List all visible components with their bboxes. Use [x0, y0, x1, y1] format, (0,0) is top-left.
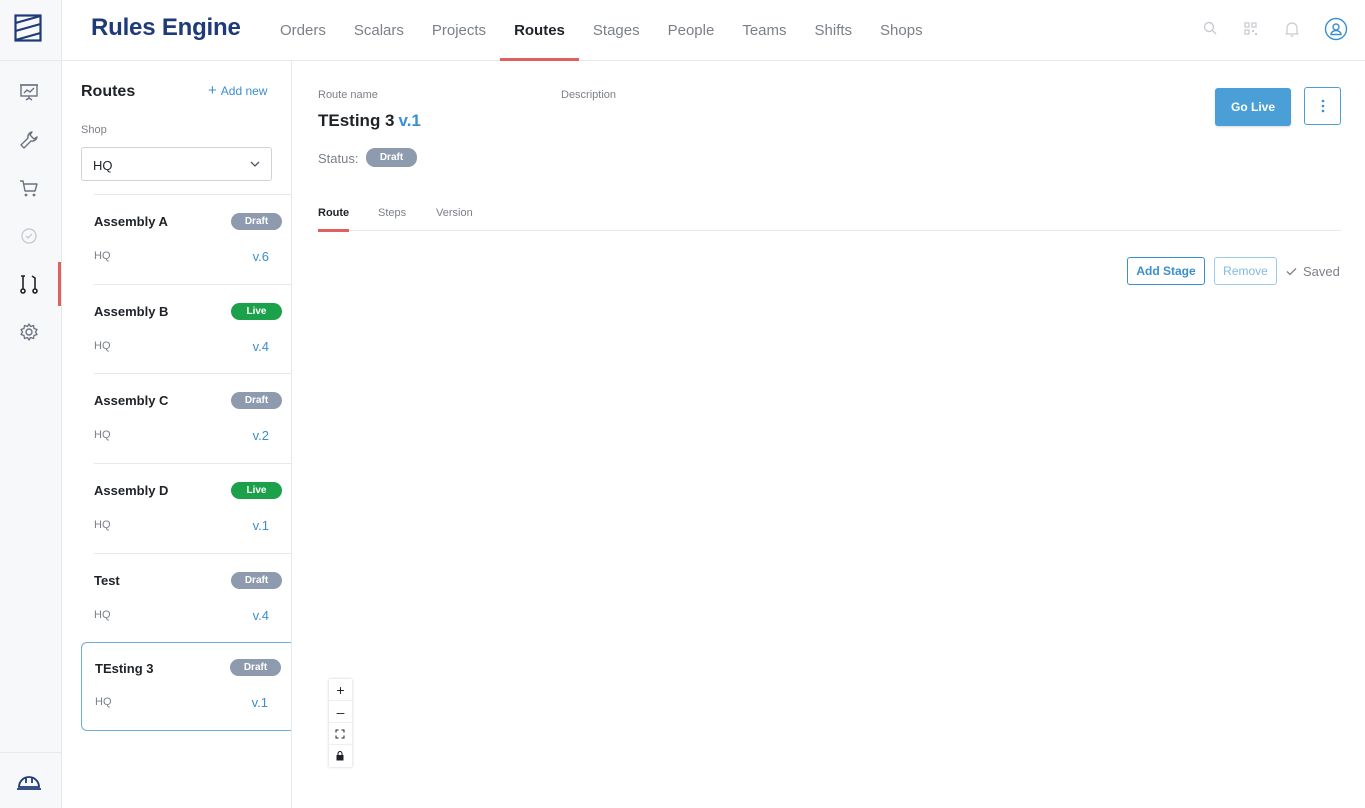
route-item-name: Assembly C	[94, 393, 169, 408]
fit-view-button[interactable]	[329, 723, 352, 745]
nav-teams[interactable]: Teams	[728, 0, 800, 61]
detail-tabs: Route Steps Version	[318, 199, 1341, 232]
status-badge: Draft	[230, 659, 281, 676]
hard-hat-icon[interactable]	[15, 769, 43, 793]
route-item-version: v.1	[251, 695, 268, 710]
route-list-item[interactable]: Assembly A Draft HQ v.6	[94, 194, 291, 284]
routes-panel-title: Routes	[81, 83, 136, 100]
canvas-zoom-controls: + –	[329, 679, 352, 767]
route-list-item[interactable]: Assembly C Draft HQ v.2	[94, 373, 291, 463]
route-item-version: v.6	[252, 249, 269, 264]
shop-select[interactable]: HQ	[81, 147, 272, 181]
route-item-shop: HQ	[94, 250, 111, 262]
tab-steps[interactable]: Steps	[378, 207, 406, 231]
route-list-item[interactable]: Test Draft HQ v.4	[94, 553, 291, 643]
route-item-version: v.4	[252, 339, 269, 354]
add-new-label: Add new	[220, 84, 268, 98]
qr-code-icon[interactable]	[1240, 18, 1262, 40]
description-label: Description	[561, 89, 617, 101]
route-list-item[interactable]: Assembly D Live HQ v.1	[94, 463, 291, 553]
route-item-version: v.1	[252, 518, 269, 533]
icon-rail	[0, 0, 62, 808]
route-item-version: v.2	[252, 428, 269, 443]
tab-route[interactable]: Route	[318, 207, 350, 232]
status-label: Status:	[318, 151, 359, 166]
add-new-button[interactable]: + Add new	[208, 82, 268, 99]
presentation-chart-icon[interactable]	[18, 81, 40, 103]
route-item-shop: HQ	[95, 696, 112, 708]
route-version: v.1	[398, 111, 421, 130]
route-item-shop: HQ	[94, 429, 111, 441]
more-options-button[interactable]	[1304, 87, 1341, 125]
app-title: Rules Engine	[91, 14, 241, 41]
status-badge: Draft	[366, 148, 417, 167]
zoom-in-button[interactable]: +	[329, 679, 352, 701]
tab-version[interactable]: Version	[436, 207, 473, 231]
route-item-name: Test	[94, 573, 120, 588]
plus-icon: +	[208, 82, 217, 99]
search-icon[interactable]	[1200, 18, 1222, 40]
rail-divider	[0, 752, 62, 753]
bell-icon[interactable]	[1281, 18, 1303, 40]
gear-icon[interactable]	[18, 321, 40, 343]
add-stage-button[interactable]: Add Stage	[1127, 257, 1205, 285]
status-badge: Live	[231, 303, 282, 320]
vertical-dots-icon	[1321, 99, 1325, 113]
route-item-shop: HQ	[94, 609, 111, 621]
check-icon	[1286, 268, 1297, 276]
user-avatar-icon[interactable]	[1324, 17, 1348, 41]
remove-button[interactable]: Remove	[1214, 257, 1277, 285]
route-item-shop: HQ	[94, 519, 111, 531]
cart-icon[interactable]	[18, 177, 40, 199]
fit-view-icon	[335, 729, 345, 739]
route-name-text: TEsting 3	[318, 111, 395, 130]
nav-orders[interactable]: Orders	[266, 0, 340, 61]
route-detail: Route name Description TEsting 3 v.1 Stat…	[292, 61, 1365, 808]
status-badge: Live	[231, 482, 282, 499]
status-badge: Draft	[231, 213, 282, 230]
route-list-item-selected[interactable]: TEsting 3 Draft HQ v.1	[81, 642, 291, 731]
lock-button[interactable]	[329, 745, 352, 767]
rail-active-indicator	[58, 262, 61, 306]
route-item-name: Assembly B	[94, 304, 169, 319]
nav-scalars[interactable]: Scalars	[340, 0, 418, 61]
go-live-button[interactable]: Go Live	[1215, 88, 1291, 126]
nav-shops[interactable]: Shops	[866, 0, 937, 61]
routes-icon[interactable]	[18, 273, 40, 295]
top-nav: Orders Scalars Projects Routes Stages Pe…	[266, 0, 937, 61]
route-item-name: TEsting 3	[95, 661, 154, 676]
route-item-shop: HQ	[94, 340, 111, 352]
routes-list-panel: Routes + Add new Shop HQ Assembly A Draf…	[62, 61, 292, 808]
status-badge: Draft	[231, 572, 282, 589]
saved-indicator: Saved	[1286, 264, 1340, 279]
shop-select-value: HQ	[93, 158, 113, 173]
rail-divider	[0, 60, 62, 61]
chevron-down-icon	[250, 161, 260, 167]
top-header: Rules Engine Orders Scalars Projects Rou…	[62, 0, 1365, 61]
nav-stages[interactable]: Stages	[579, 0, 654, 61]
nav-projects[interactable]: Projects	[418, 0, 500, 61]
route-item-version: v.4	[252, 608, 269, 623]
shop-label: Shop	[81, 124, 107, 136]
lock-icon	[336, 751, 344, 761]
route-item-name: Assembly D	[94, 483, 169, 498]
saved-label: Saved	[1303, 264, 1340, 279]
nav-people[interactable]: People	[654, 0, 729, 61]
route-name-value: TEsting 3 v.1	[318, 111, 421, 131]
check-circle-icon[interactable]	[18, 225, 40, 247]
logo-icon[interactable]	[14, 14, 42, 42]
wrench-icon[interactable]	[18, 129, 40, 151]
route-name-label: Route name	[318, 89, 378, 101]
nav-shifts[interactable]: Shifts	[801, 0, 867, 61]
zoom-out-button[interactable]: –	[329, 701, 352, 723]
status-badge: Draft	[231, 392, 282, 409]
nav-routes[interactable]: Routes	[500, 0, 579, 61]
route-list-item[interactable]: Assembly B Live HQ v.4	[94, 284, 291, 374]
route-item-name: Assembly A	[94, 214, 168, 229]
